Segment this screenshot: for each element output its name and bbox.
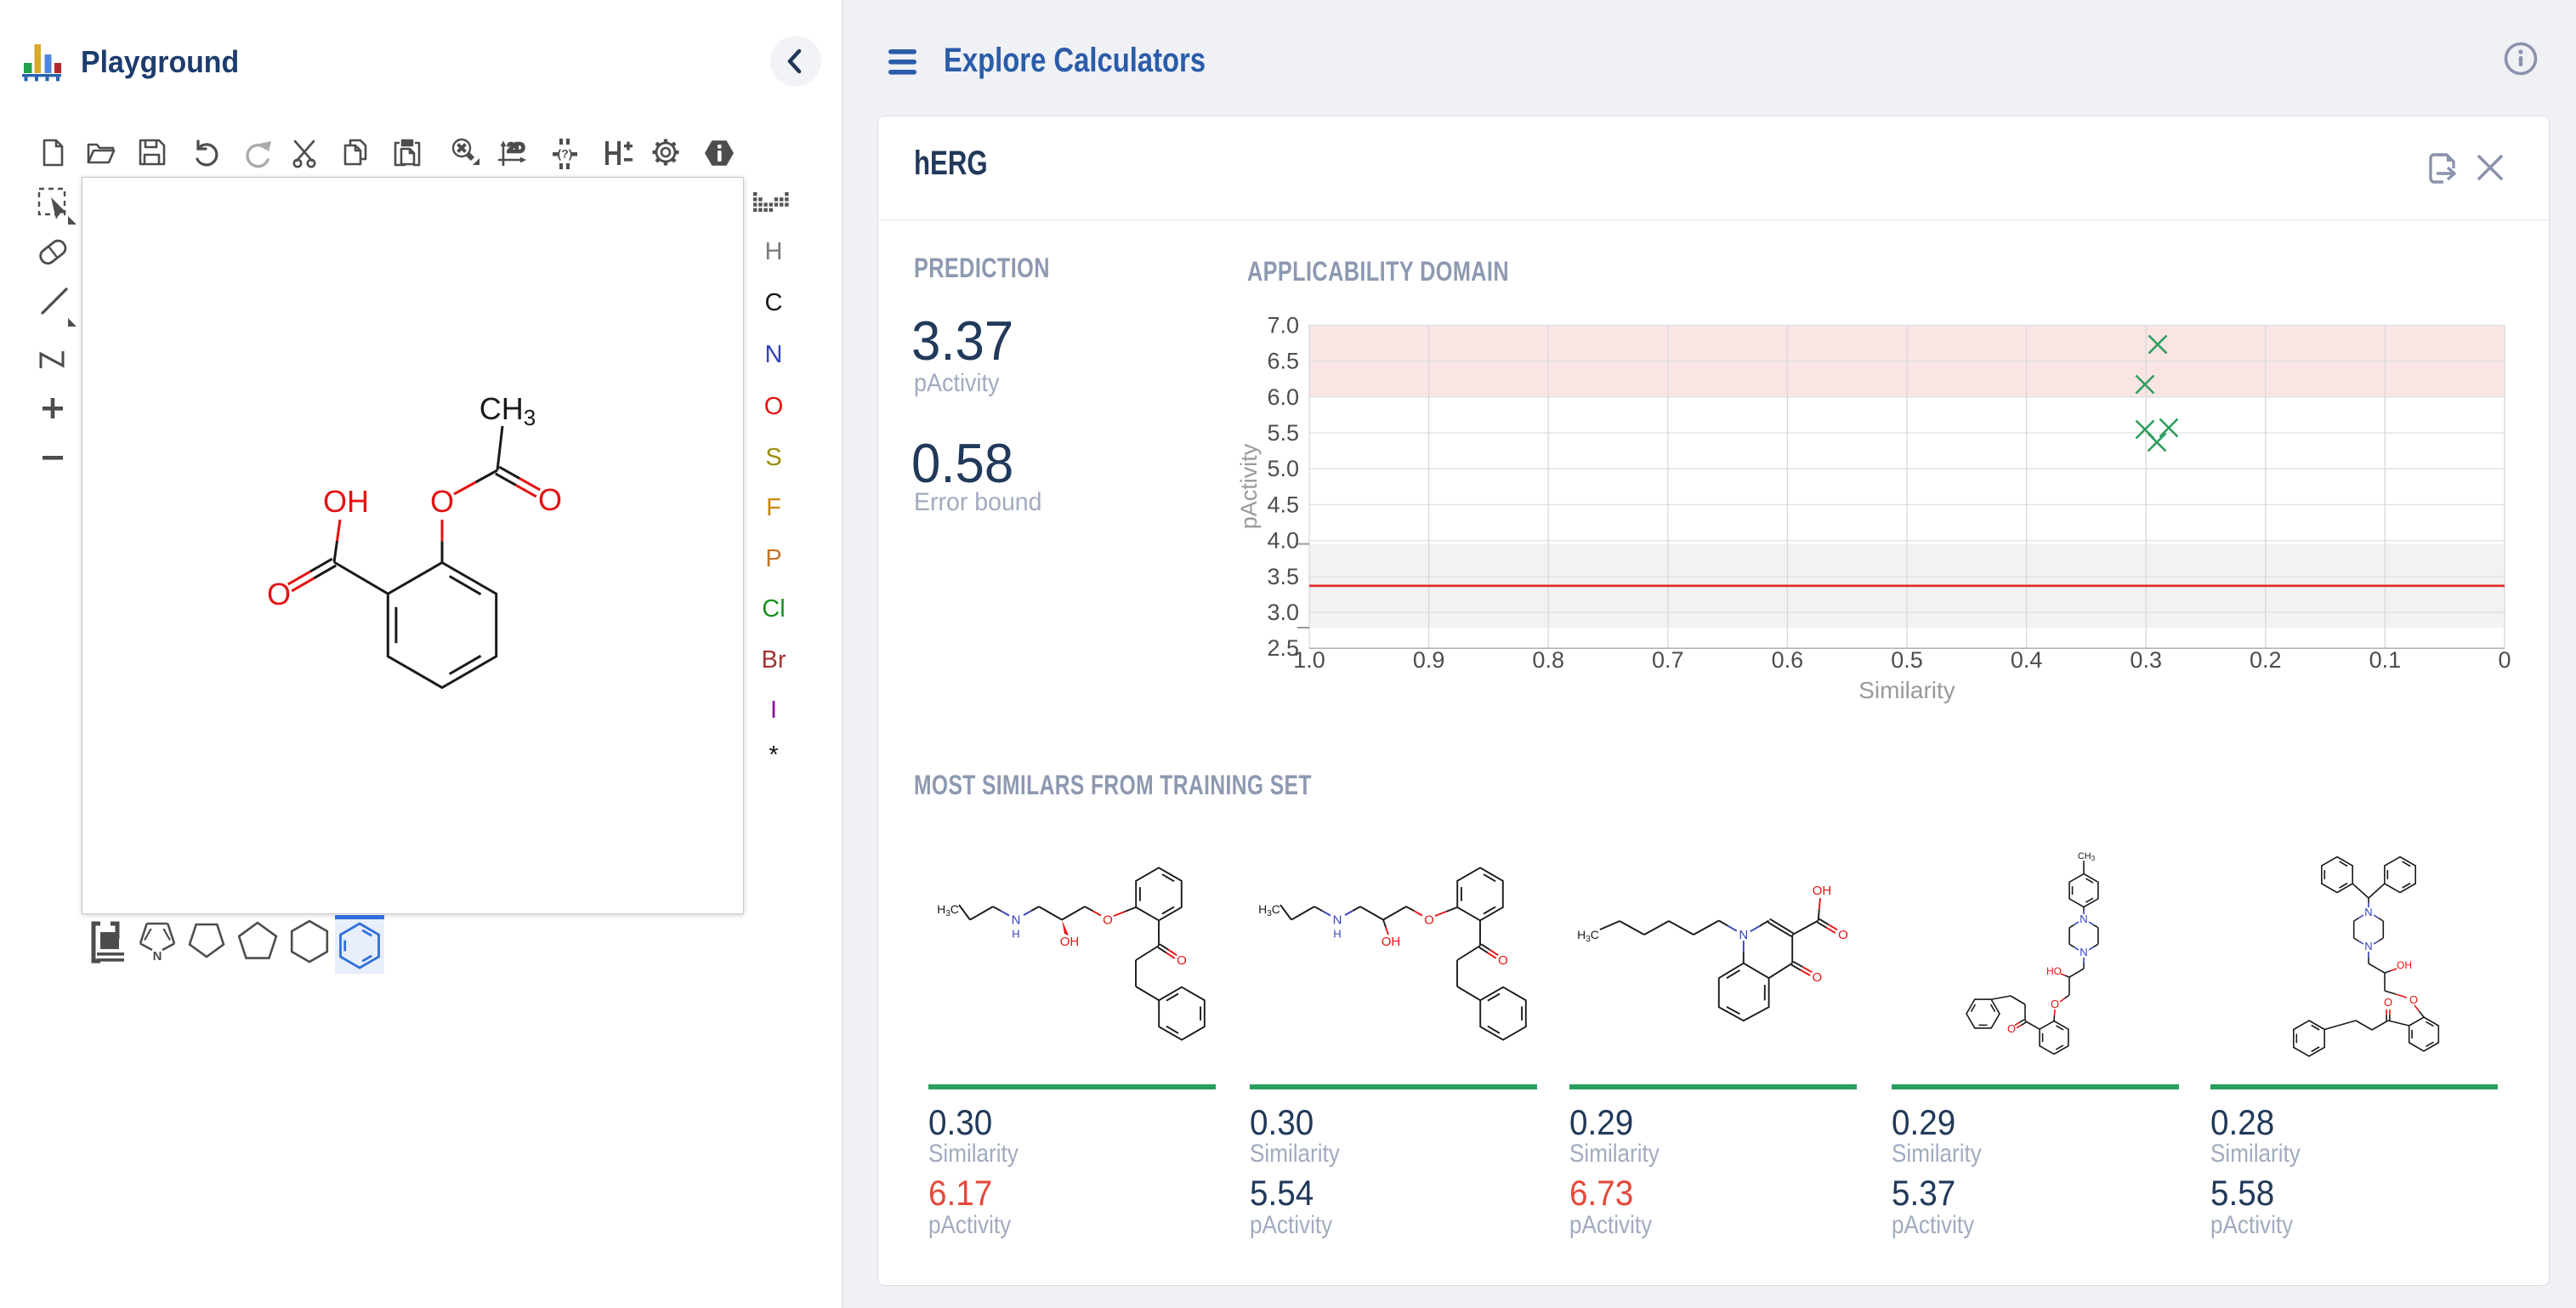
svg-text:O: O	[538, 482, 562, 517]
svg-text:O: O	[1498, 953, 1508, 968]
svg-text:N: N	[2080, 913, 2087, 925]
svg-text:2D: 2D	[508, 141, 525, 156]
svg-text:0.1: 0.1	[2369, 647, 2402, 673]
svg-text:O: O	[2007, 1022, 2016, 1035]
svg-text:7.0: 7.0	[1267, 312, 1299, 338]
svg-text:O: O	[2051, 998, 2059, 1010]
svg-text:N: N	[1333, 913, 1342, 928]
svg-text:O: O	[1812, 970, 1822, 985]
svg-text:O: O	[1424, 913, 1434, 928]
svg-text:1.0: 1.0	[1293, 647, 1325, 673]
svg-text:0.5: 0.5	[1891, 647, 1923, 673]
svg-text:H3C: H3C	[1577, 928, 1599, 944]
svg-text:Similarity: Similarity	[1858, 677, 1955, 703]
svg-text:H: H	[1012, 928, 1019, 941]
svg-text:5.5: 5.5	[1267, 420, 1299, 446]
svg-text:(?): (?)	[558, 147, 573, 161]
svg-text:0.3: 0.3	[2130, 647, 2162, 673]
svg-text:O: O	[1177, 953, 1187, 968]
svg-text:N: N	[2080, 946, 2087, 958]
svg-text:O: O	[267, 577, 291, 611]
svg-text:0.4: 0.4	[2011, 647, 2043, 673]
svg-text:OH: OH	[1382, 935, 1401, 949]
svg-text:OH: OH	[2397, 959, 2412, 971]
svg-text:0: 0	[2498, 647, 2511, 673]
svg-text:H3C: H3C	[1258, 902, 1280, 918]
svg-text:0.9: 0.9	[1413, 647, 1445, 673]
svg-text:N: N	[2364, 940, 2372, 953]
svg-text:4.5: 4.5	[1267, 492, 1299, 517]
svg-text:0.8: 0.8	[1532, 647, 1564, 673]
svg-text:CH3: CH3	[2078, 851, 2096, 862]
svg-text:0.7: 0.7	[1652, 647, 1684, 673]
svg-text:0.2: 0.2	[2250, 647, 2282, 673]
svg-text:O: O	[430, 484, 454, 519]
svg-text:HO: HO	[2046, 965, 2062, 977]
svg-text:O: O	[2409, 993, 2418, 1006]
svg-text:N: N	[2364, 906, 2372, 918]
svg-text:3.5: 3.5	[1267, 564, 1299, 589]
svg-text:OH: OH	[1060, 935, 1080, 949]
svg-text:5.0: 5.0	[1267, 456, 1299, 481]
svg-text:OH: OH	[323, 484, 369, 519]
svg-text:OH: OH	[1813, 884, 1832, 898]
svg-text:CH3: CH3	[479, 391, 536, 430]
svg-text:O: O	[1838, 928, 1848, 942]
svg-text:O: O	[1103, 913, 1113, 928]
svg-text:6.5: 6.5	[1267, 349, 1299, 374]
svg-text:pActivity: pActivity	[1236, 443, 1262, 529]
svg-text:N: N	[1739, 928, 1748, 942]
svg-text:6.0: 6.0	[1267, 384, 1299, 410]
svg-text:0.6: 0.6	[1772, 647, 1804, 673]
svg-text:N: N	[153, 949, 162, 964]
svg-text:H3C: H3C	[937, 902, 959, 918]
svg-text:O: O	[2384, 996, 2392, 1009]
svg-text:4.0: 4.0	[1267, 528, 1299, 554]
svg-text:3.0: 3.0	[1267, 600, 1299, 625]
svg-text:H: H	[1333, 928, 1341, 941]
svg-text:N: N	[1012, 913, 1021, 928]
